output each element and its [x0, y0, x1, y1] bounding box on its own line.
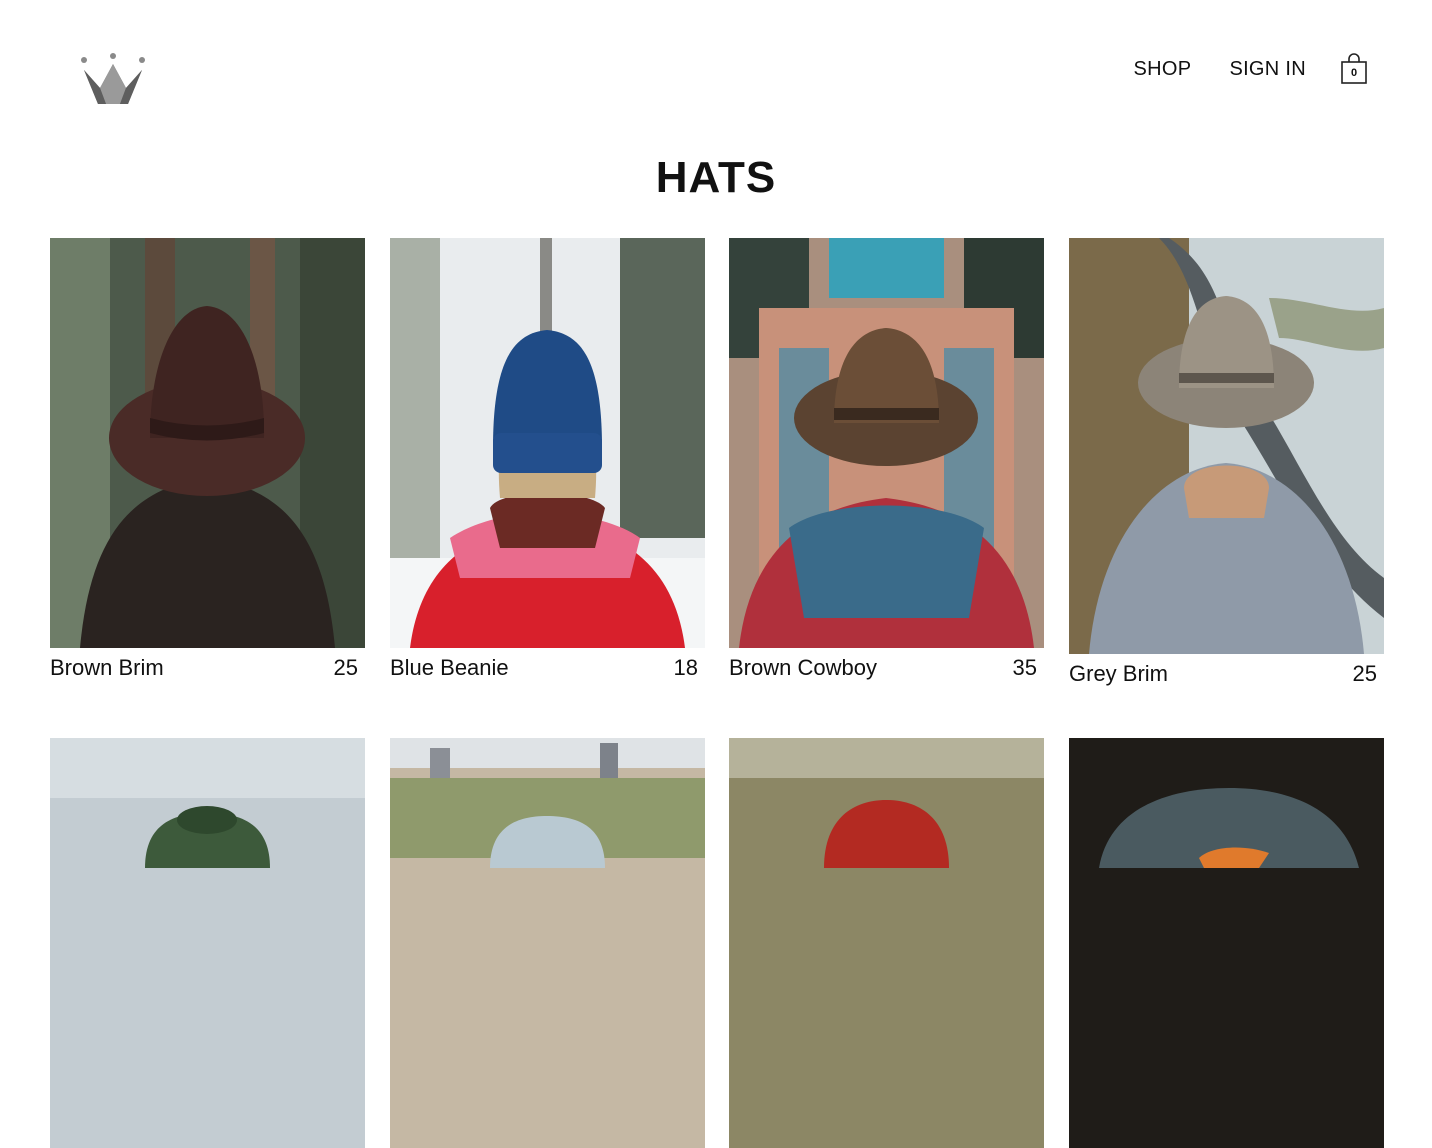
product-card[interactable]: Brown Cowboy 35 [729, 238, 1044, 681]
product-name: Blue Beanie [390, 655, 509, 680]
product-price: 25 [333, 655, 358, 680]
main-nav: SHOP SIGN IN 0 [1096, 52, 1368, 86]
cart-button[interactable]: 0 [1340, 52, 1368, 86]
product-price: 18 [673, 655, 698, 680]
product-price: 25 [1352, 661, 1377, 686]
site-header: SHOP SIGN IN 0 [0, 0, 1432, 140]
product-image[interactable] [1069, 238, 1384, 654]
product-name: Brown Cowboy [729, 655, 877, 680]
product-image[interactable] [50, 238, 365, 648]
nav-signin-link[interactable]: SIGN IN [1229, 58, 1306, 81]
product-card[interactable] [390, 738, 705, 1148]
product-image[interactable] [50, 738, 365, 1148]
product-card[interactable]: Blue Beanie 18 [390, 238, 705, 681]
product-name: Grey Brim [1069, 661, 1168, 686]
product-price: 35 [1012, 655, 1037, 680]
nav-shop-link[interactable]: SHOP [1134, 58, 1192, 81]
product-name: Brown Brim [50, 655, 164, 680]
product-image[interactable] [390, 238, 705, 648]
product-card[interactable]: Brown Brim 25 [50, 238, 365, 681]
product-card[interactable]: Grey Brim 25 [1069, 238, 1384, 687]
product-card[interactable] [729, 738, 1044, 1148]
product-info: Brown Brim 25 [50, 648, 365, 681]
page-title: HATS [655, 153, 777, 202]
product-image[interactable] [729, 738, 1044, 1148]
product-card[interactable] [1069, 738, 1384, 1148]
product-image[interactable] [729, 238, 1044, 648]
product-info: Blue Beanie 18 [390, 648, 705, 681]
product-image[interactable] [390, 738, 705, 1148]
cart-count-badge: 0 [1350, 67, 1358, 79]
crown-logo-icon[interactable] [78, 52, 148, 108]
product-card[interactable] [50, 738, 365, 1148]
product-image[interactable] [1069, 738, 1384, 1148]
product-info: Grey Brim 25 [1069, 654, 1384, 687]
product-info: Brown Cowboy 35 [729, 648, 1044, 681]
